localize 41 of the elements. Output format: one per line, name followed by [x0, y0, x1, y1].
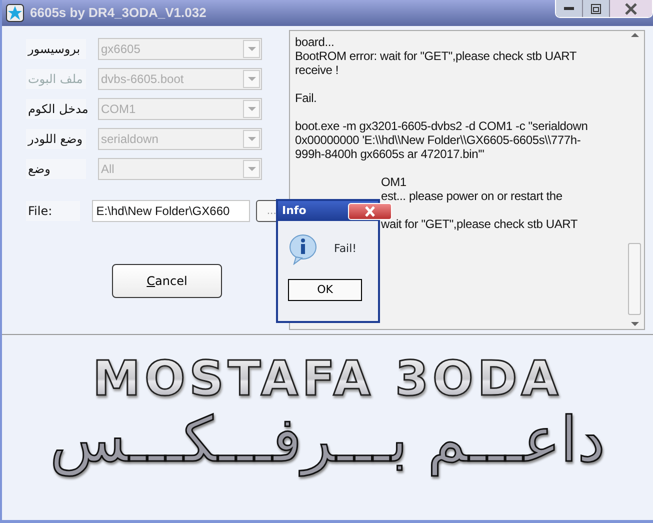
log-line: 0x00000000 'E:\\hd\\New Folder\\GX6605-6605s\\777h- [295, 133, 582, 147]
cancel-button[interactable]: Cancel [112, 264, 222, 298]
close-button[interactable] [348, 202, 392, 220]
scroll-down-icon [630, 322, 638, 327]
minimize-icon [564, 7, 574, 10]
log-line: est... please power on or restart the [381, 189, 562, 203]
log-line: OM1 [381, 175, 406, 189]
close-button[interactable] [610, 0, 652, 17]
banner-subtitle: داعـــم بـــرفـــكـــس [50, 403, 606, 478]
field-label: ملف البوت [26, 69, 86, 89]
log-line: boot.exe -m gx3201-6605-dvbs2 -d COM1 -c "serialdown [295, 119, 589, 133]
caret-icon [248, 136, 256, 142]
caret-icon [248, 166, 256, 172]
log-line: 999h-8400h gx6605s ar 472017.bin'" [295, 147, 486, 161]
info-icon [288, 233, 318, 265]
window-title: 6605s by DR4_3ODA_V1.032 [30, 4, 206, 22]
log-line: receive ! [295, 63, 340, 77]
ok-button[interactable]: OK [288, 279, 362, 301]
maximize-icon [590, 2, 602, 14]
caret-icon [248, 106, 256, 112]
field-label: وضع اللودر [26, 129, 86, 149]
star-icon [6, 4, 24, 22]
log-line: wait for "GET",please check stb UART [381, 217, 578, 231]
field-label: بروسيسور [26, 39, 86, 59]
maximize-button[interactable] [583, 0, 610, 17]
dialog-message: Fail! [334, 240, 357, 257]
close-icon [364, 206, 376, 216]
caret-icon [248, 76, 256, 82]
caret-icon [248, 46, 256, 52]
field-label: File: [26, 201, 80, 221]
field-label: وضع [26, 159, 86, 179]
log-line: BootROM error: wait for "GET",please check stb UART [295, 49, 578, 63]
close-icon [624, 2, 638, 14]
scroll-up-icon [630, 33, 638, 38]
field-label: مدخل الكوم [26, 99, 86, 119]
scrollbar[interactable] [627, 33, 642, 327]
minimize-button[interactable] [556, 0, 583, 17]
log-line: board... [295, 35, 336, 49]
scroll-thumb[interactable] [628, 243, 641, 315]
file-path-field[interactable]: E:\hd\New Folder\GX660 [92, 200, 250, 222]
log-line: Fail. [295, 91, 318, 105]
